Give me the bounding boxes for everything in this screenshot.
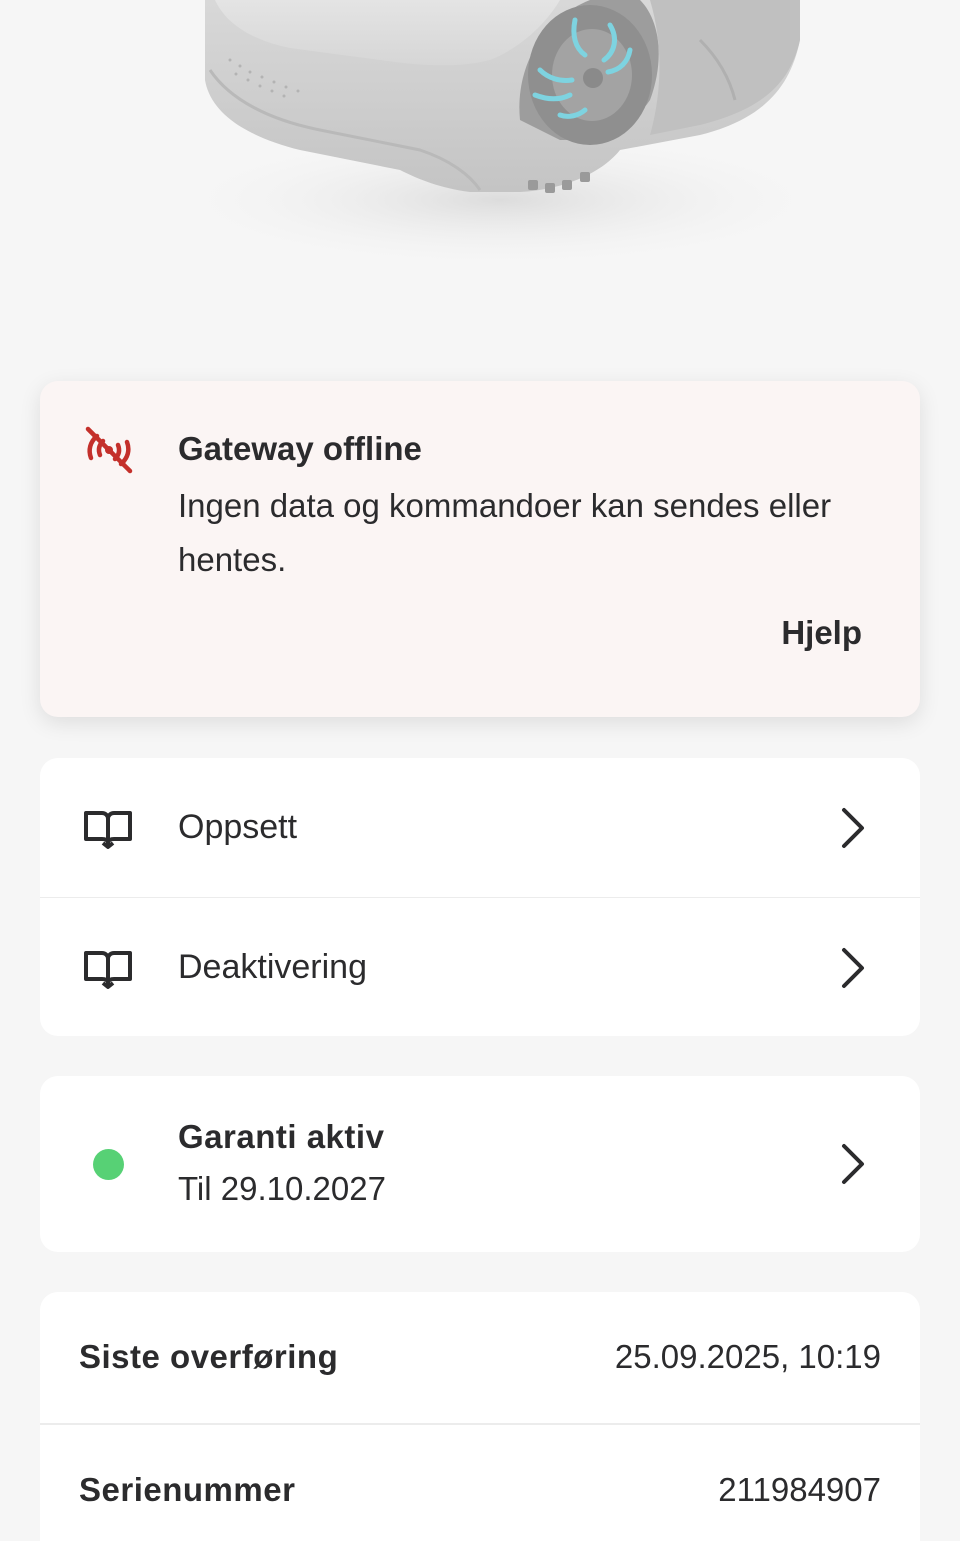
chevron-right-icon: [838, 946, 868, 990]
info-label: Serienummer: [79, 1471, 296, 1508]
manuals-list: Oppsett Deaktivering: [40, 758, 920, 1036]
menu-item-label: Oppsett: [178, 808, 298, 846]
info-row-last-transfer: Siste overføring 25.09.2025, 10:19: [40, 1292, 920, 1423]
chevron-right-icon: [838, 806, 868, 850]
device-info-card: Siste overføring 25.09.2025, 10:19 Serie…: [40, 1292, 920, 1541]
device-detail-screen: Gateway offline Ingen data og kommandoer…: [0, 0, 960, 1541]
info-row-serial-number: Serienummer 211984907: [40, 1423, 920, 1541]
menu-item-deaktivering[interactable]: Deaktivering: [40, 897, 920, 1036]
warranty-title: Garanti aktiv: [178, 1118, 385, 1155]
info-label: Siste overføring: [79, 1338, 339, 1375]
warranty-status-card[interactable]: Garanti aktiv Til 29.10.2027: [40, 1076, 920, 1252]
warranty-expiry: Til 29.10.2027: [178, 1170, 386, 1207]
product-image: [0, 0, 960, 340]
alert-title: Gateway offline: [178, 430, 422, 467]
status-dot-active: [93, 1149, 124, 1180]
book-icon: [82, 807, 134, 849]
gateway-offline-alert: Gateway offline Ingen data og kommandoer…: [40, 381, 920, 717]
info-value: 25.09.2025, 10:19: [614, 1338, 881, 1375]
menu-item-oppsett[interactable]: Oppsett: [40, 758, 920, 897]
alert-message: Ingen data og kommandoer kan sendes elle…: [178, 487, 832, 578]
menu-item-label: Deaktivering: [178, 948, 367, 986]
mower-illustration: [160, 0, 840, 270]
info-value: 211984907: [718, 1471, 881, 1508]
book-icon: [82, 947, 134, 989]
help-button[interactable]: Hjelp: [781, 614, 862, 652]
signal-off-icon: [82, 423, 136, 477]
chevron-right-icon: [838, 1142, 868, 1186]
